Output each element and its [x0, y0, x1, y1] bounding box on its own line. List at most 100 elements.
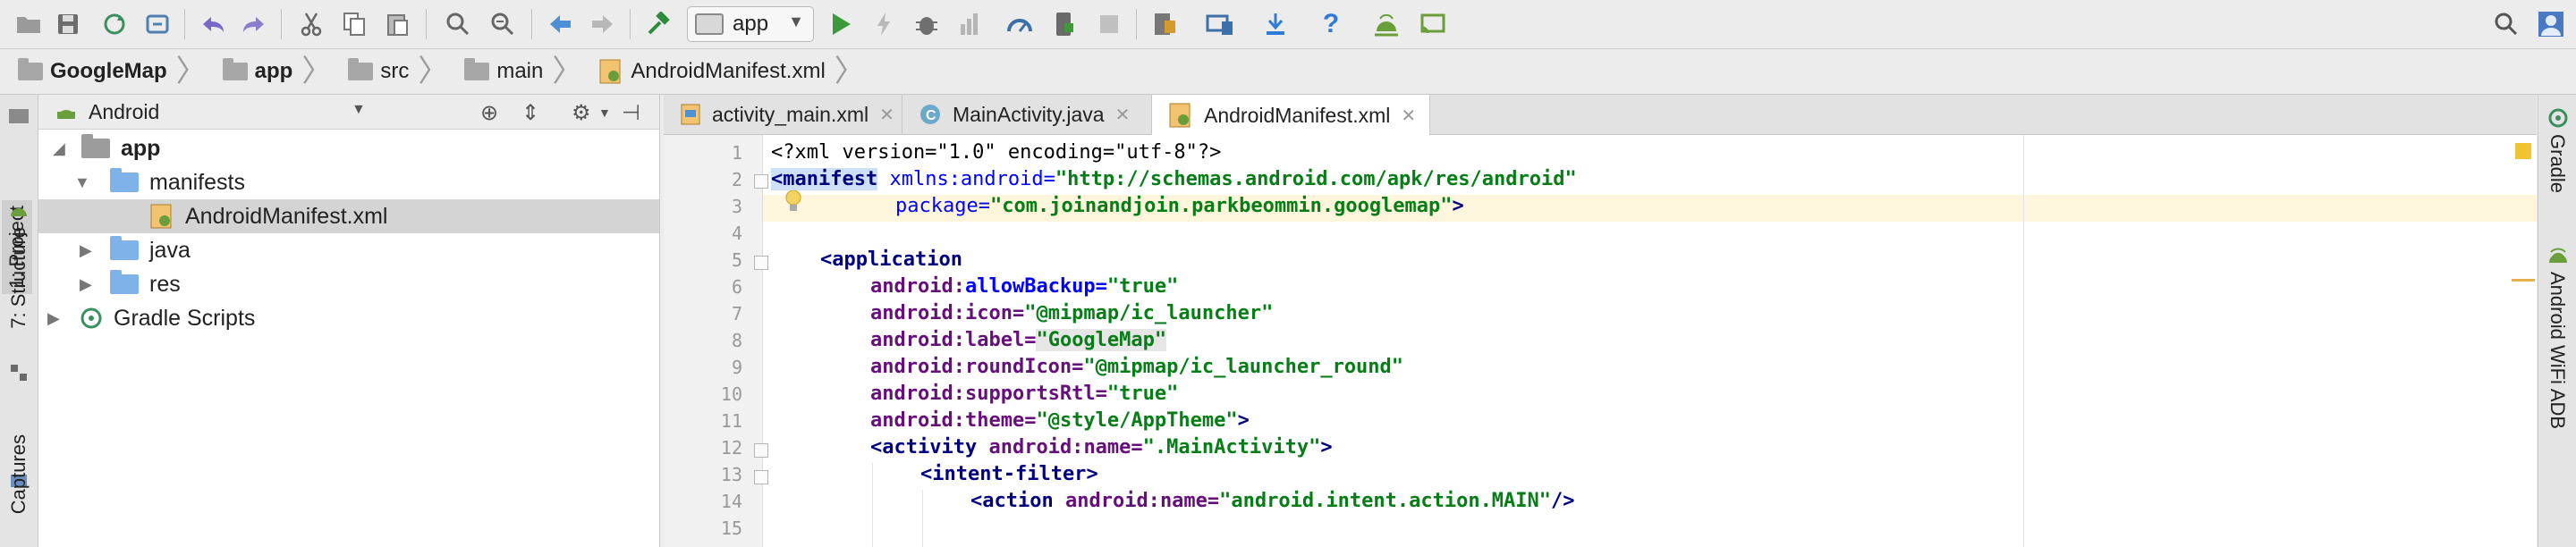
tree-item-manifests[interactable]: ▼ manifests	[38, 165, 659, 199]
code-token: <?xml version="1.0" encoding="utf-8"?>	[771, 141, 1222, 164]
code-token: >	[1086, 463, 1098, 485]
back-icon[interactable]	[544, 8, 576, 40]
redo-icon[interactable]	[238, 8, 270, 40]
scrollbar-marker[interactable]	[2512, 279, 2535, 282]
code-token: "@mipmap/ic_launcher_round"	[1083, 356, 1404, 378]
code-token: <application	[820, 248, 962, 271]
device-deploy-icon[interactable]	[1048, 8, 1080, 40]
tab-mainactivity[interactable]: C MainActivity.java ✕	[902, 95, 1152, 134]
code-token: android:	[870, 329, 965, 351]
folder-icon	[348, 58, 374, 80]
tool-window-structure[interactable]: 7: Structure	[7, 227, 30, 329]
sdk-manager-icon[interactable]	[1148, 8, 1181, 40]
chevron-down-icon[interactable]: ▼	[352, 102, 366, 118]
gradle-icon	[2548, 108, 2568, 128]
tree-item-gradle-scripts[interactable]: ▶ Gradle Scripts	[38, 301, 659, 335]
breadcrumb-main[interactable]: main 〉	[448, 49, 582, 94]
hide-panel-icon[interactable]: ⊣	[622, 100, 640, 126]
breadcrumb-app[interactable]: app 〉	[207, 49, 332, 94]
attach-debugger-icon[interactable]	[1004, 8, 1036, 40]
line-number: 12	[720, 437, 742, 459]
chevron-down-icon[interactable]: ▼	[598, 105, 611, 120]
code-token: "true"	[1106, 383, 1179, 405]
project-panel: Android ▼ ⊕ ⇕ ⚙ ▼ ⊣ ◢ app ▼ manifests An…	[38, 95, 660, 547]
tool-window-gradle[interactable]: Gradle	[2546, 134, 2569, 193]
breadcrumb-separator: 〉	[175, 55, 207, 88]
open-icon[interactable]	[13, 8, 45, 40]
paste-icon[interactable]	[381, 8, 413, 40]
tab-activity-main[interactable]: activity_main.xml ✕	[664, 95, 902, 134]
refresh-icon[interactable]	[141, 8, 174, 40]
collapse-all-icon[interactable]: ⇕	[521, 100, 539, 126]
line-number: 9	[731, 357, 742, 378]
search-icon[interactable]	[2490, 8, 2522, 40]
close-icon[interactable]: ✕	[1115, 104, 1131, 126]
breadcrumb-label: main	[496, 59, 544, 83]
close-icon[interactable]: ✕	[1401, 105, 1416, 127]
code-token: android:	[988, 436, 1084, 459]
line-number: 7	[731, 303, 742, 324]
inspection-status-icon[interactable]	[2515, 143, 2531, 159]
java-class-icon: C	[920, 105, 940, 124]
breadcrumb-src[interactable]: src 〉	[332, 49, 448, 94]
run-icon[interactable]	[825, 8, 857, 40]
close-icon[interactable]: ✕	[879, 104, 894, 126]
tree-item-java[interactable]: ▶ java	[38, 233, 659, 267]
locate-icon[interactable]: ⊕	[480, 100, 498, 126]
fold-marker-icon[interactable]	[754, 256, 768, 270]
profile-icon[interactable]	[953, 8, 986, 40]
tab-androidmanifest[interactable]: AndroidManifest.xml ✕	[1152, 95, 1430, 136]
help-icon[interactable]: ?	[1315, 8, 1347, 40]
code-token: supportsRtl=	[964, 383, 1107, 405]
expand-arrow-icon[interactable]: ▼	[74, 173, 94, 192]
stop-icon[interactable]	[1093, 8, 1125, 40]
indent-guide	[872, 463, 873, 547]
debug-icon[interactable]	[911, 8, 943, 40]
tool-window-android-wifi-adb[interactable]: Android WiFi ADB	[2546, 272, 2569, 429]
android-icon[interactable]	[1370, 8, 1402, 40]
user-icon[interactable]	[2535, 8, 2567, 40]
device-manager-icon[interactable]	[1204, 8, 1236, 40]
code-line-9: android:roundIcon="@mipmap/ic_launcher_r…	[870, 354, 1403, 381]
tool-window-captures[interactable]: Captures	[7, 434, 30, 514]
run-configuration-select[interactable]: app ▼	[687, 6, 814, 42]
forward-icon[interactable]	[587, 8, 619, 40]
find-icon[interactable]	[442, 8, 474, 40]
project-folder-icon	[18, 58, 43, 80]
breadcrumb-googlemap[interactable]: GoogleMap 〉	[0, 49, 207, 94]
breadcrumb-androidmanifest[interactable]: AndroidManifest.xml 〉	[582, 49, 865, 94]
code-token: label=	[964, 329, 1037, 351]
code-token: android:	[870, 302, 965, 324]
tree-item-res[interactable]: ▶ res	[38, 267, 659, 301]
apply-changes-icon[interactable]	[868, 8, 900, 40]
android-tool-icon	[11, 208, 27, 216]
download-icon[interactable]	[1259, 8, 1292, 40]
undo-icon[interactable]	[197, 8, 229, 40]
tree-item-androidmanifest[interactable]: AndroidManifest.xml	[38, 199, 659, 233]
sync-icon[interactable]	[98, 8, 131, 40]
gear-icon[interactable]: ⚙	[572, 100, 591, 126]
svg-text:C: C	[926, 108, 936, 123]
expand-arrow-icon[interactable]: ◢	[53, 139, 72, 158]
cast-icon[interactable]	[1417, 8, 1449, 40]
manifest-file-icon	[150, 204, 172, 229]
fold-marker-icon[interactable]	[754, 443, 768, 458]
code-token: android:	[870, 383, 965, 405]
copy-icon[interactable]	[338, 8, 370, 40]
fold-marker-icon[interactable]	[754, 470, 768, 484]
replace-icon[interactable]	[487, 8, 519, 40]
tree-item-label: res	[149, 271, 181, 297]
code-line-10: android:supportsRtl="true"	[870, 381, 1178, 408]
main-toolbar: app ▼ ?	[0, 0, 2576, 49]
cut-icon[interactable]	[295, 8, 327, 40]
fold-marker-icon[interactable]	[754, 174, 768, 189]
tree-item-app[interactable]: ◢ app	[38, 131, 659, 165]
save-icon[interactable]	[52, 8, 84, 40]
build-icon[interactable]	[642, 8, 674, 40]
right-tool-window-strip: Gradle Android WiFi ADB	[2538, 95, 2576, 547]
expand-arrow-icon[interactable]: ▶	[80, 275, 99, 294]
project-view-selector[interactable]: Android	[89, 100, 159, 124]
expand-arrow-icon[interactable]: ▶	[80, 241, 99, 260]
expand-arrow-icon[interactable]: ▶	[47, 309, 67, 328]
code-token: "@style/AppTheme"	[1036, 409, 1238, 432]
